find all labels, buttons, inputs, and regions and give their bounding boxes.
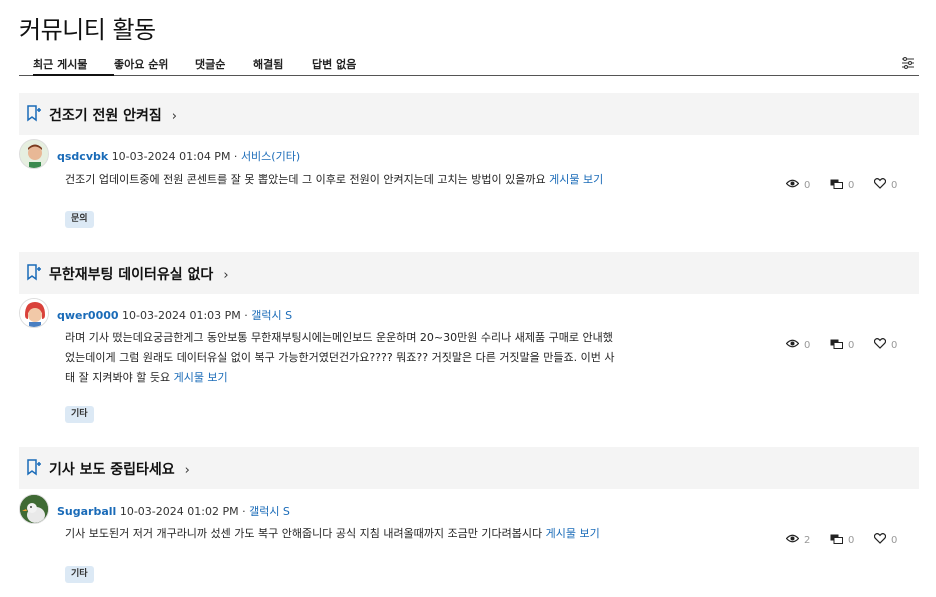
tab-solved[interactable]: 해결됨 — [253, 52, 312, 75]
view-post-link[interactable]: 게시물 보기 — [546, 527, 600, 540]
likes-count: 0 — [891, 179, 898, 191]
post-body: 라며 기사 떴는데요궁금한게그 동안보통 무한재부팅시에는메인보드 운운하며 2… — [65, 328, 655, 388]
post-tag[interactable]: 기타 — [65, 406, 94, 423]
likes-count: 0 — [891, 534, 898, 546]
post-datetime: 10-03-2024 01:03 PM — [122, 309, 241, 322]
post-title[interactable]: 건조기 전원 안켜짐 — [49, 108, 162, 124]
eye-icon — [785, 339, 804, 351]
post-body-text: 기사 보도된거 저거 개구라니까 섰센 가도 복구 안해줍니다 공식 지침 내려… — [65, 527, 543, 540]
heart-icon[interactable] — [873, 178, 891, 192]
views-count: 0 — [804, 339, 811, 351]
likes-count: 0 — [891, 339, 898, 351]
tab-unanswered[interactable]: 답변 없음 — [312, 52, 382, 75]
filter-settings-icon[interactable] — [901, 55, 915, 69]
category-link[interactable]: 서비스(기타) — [241, 150, 300, 163]
post-title-wrap[interactable]: 건조기 전원 안켜짐 › — [49, 105, 177, 125]
post-meta: qwer0000 10-03-2024 01:03 PM · 갤럭시 S — [57, 309, 293, 322]
replies-stat: 0 — [830, 179, 874, 192]
comments-icon — [830, 339, 848, 352]
page-title: 커뮤니티 활동 — [19, 16, 156, 44]
post-title[interactable]: 기사 보도 중립타세요 — [49, 462, 175, 478]
author-link[interactable]: Sugarball — [57, 505, 116, 518]
post-body-line: 태 잘 지켜봐야 할 듯요 — [65, 371, 171, 384]
avatar[interactable] — [19, 298, 49, 328]
chevron-right-icon: › — [223, 268, 229, 283]
comments-icon — [830, 534, 848, 547]
tab-most-commented[interactable]: 댓글순 — [195, 52, 253, 75]
post-body-line: 라며 기사 떴는데요궁금한게그 동안보통 무한재부팅시에는메인보드 운운하며 2… — [65, 331, 613, 344]
heart-icon[interactable] — [873, 338, 891, 352]
post-body-line: 었는데이게 그럼 원래도 데이터유실 없이 복구 가능한거였던건가요???? 뭐… — [65, 351, 615, 364]
post-meta: qsdcvbk 10-03-2024 01:04 PM · 서비스(기타) — [57, 150, 301, 163]
post-meta: Sugarball 10-03-2024 01:02 PM · 갤럭시 S — [57, 505, 290, 518]
views-stat: 0 — [785, 179, 830, 191]
replies-count: 0 — [848, 339, 855, 351]
likes-stat[interactable]: 0 — [873, 533, 918, 547]
replies-count: 0 — [848, 179, 855, 191]
comments-icon — [830, 179, 848, 192]
view-post-link[interactable]: 게시물 보기 — [174, 371, 228, 384]
post-header[interactable]: 건조기 전원 안켜짐 › — [19, 93, 919, 135]
author-link[interactable]: qwer0000 — [57, 309, 119, 322]
replies-stat: 0 — [830, 339, 874, 352]
views-count: 0 — [804, 179, 811, 191]
post-title-wrap[interactable]: 무한재부팅 데이터유실 없다 › — [49, 264, 229, 284]
post-body: 기사 보도된거 저거 개구라니까 섰센 가도 복구 안해줍니다 공식 지침 내려… — [65, 524, 655, 544]
avatar[interactable] — [19, 139, 49, 169]
tab-most-liked[interactable]: 좋아요 순위 — [114, 52, 195, 75]
post-header[interactable]: 무한재부팅 데이터유실 없다 › — [19, 252, 919, 294]
chevron-right-icon: › — [184, 463, 190, 478]
avatar[interactable] — [19, 494, 49, 524]
bookmark-plus-icon — [26, 459, 41, 476]
eye-icon — [785, 534, 804, 546]
post-datetime: 10-03-2024 01:04 PM — [111, 150, 231, 163]
post-stats: 0 0 0 — [785, 178, 918, 192]
likes-stat[interactable]: 0 — [873, 178, 918, 192]
post-body-text: 건조기 업데이트중에 전원 콘센트를 잘 못 뽑았는데 그 이후로 전원이 안켜… — [65, 173, 546, 186]
replies-stat: 0 — [830, 534, 874, 547]
heart-icon[interactable] — [873, 533, 891, 547]
tab-recent-posts[interactable]: 최근 게시물 — [33, 52, 114, 76]
category-link[interactable]: 갤럭시 S — [251, 309, 292, 322]
post-datetime: 10-03-2024 01:02 PM — [119, 505, 239, 518]
chevron-right-icon: › — [171, 109, 177, 124]
bookmark-plus-icon — [26, 105, 41, 122]
views-count: 2 — [804, 534, 811, 546]
likes-stat[interactable]: 0 — [873, 338, 918, 352]
post-tag[interactable]: 기타 — [65, 566, 94, 583]
bookmark-plus-icon — [26, 264, 41, 281]
replies-count: 0 — [848, 534, 855, 546]
post-title[interactable]: 무한재부팅 데이터유실 없다 — [49, 267, 213, 283]
views-stat: 2 — [785, 534, 830, 546]
tab-bar: 최근 게시물 좋아요 순위 댓글순 해결됨 답변 없음 — [19, 52, 919, 76]
post-tag[interactable]: 문의 — [65, 211, 94, 228]
post-stats: 2 0 0 — [785, 533, 918, 547]
views-stat: 0 — [785, 339, 830, 351]
post-body: 건조기 업데이트중에 전원 콘센트를 잘 못 뽑았는데 그 이후로 전원이 안켜… — [65, 170, 655, 190]
post-title-wrap[interactable]: 기사 보도 중립타세요 › — [49, 459, 190, 479]
post-stats: 0 0 0 — [785, 338, 918, 352]
eye-icon — [785, 179, 804, 191]
view-post-link[interactable]: 게시물 보기 — [549, 173, 603, 186]
post-header[interactable]: 기사 보도 중립타세요 › — [19, 447, 919, 489]
category-link[interactable]: 갤럭시 S — [249, 505, 290, 518]
author-link[interactable]: qsdcvbk — [57, 150, 108, 163]
